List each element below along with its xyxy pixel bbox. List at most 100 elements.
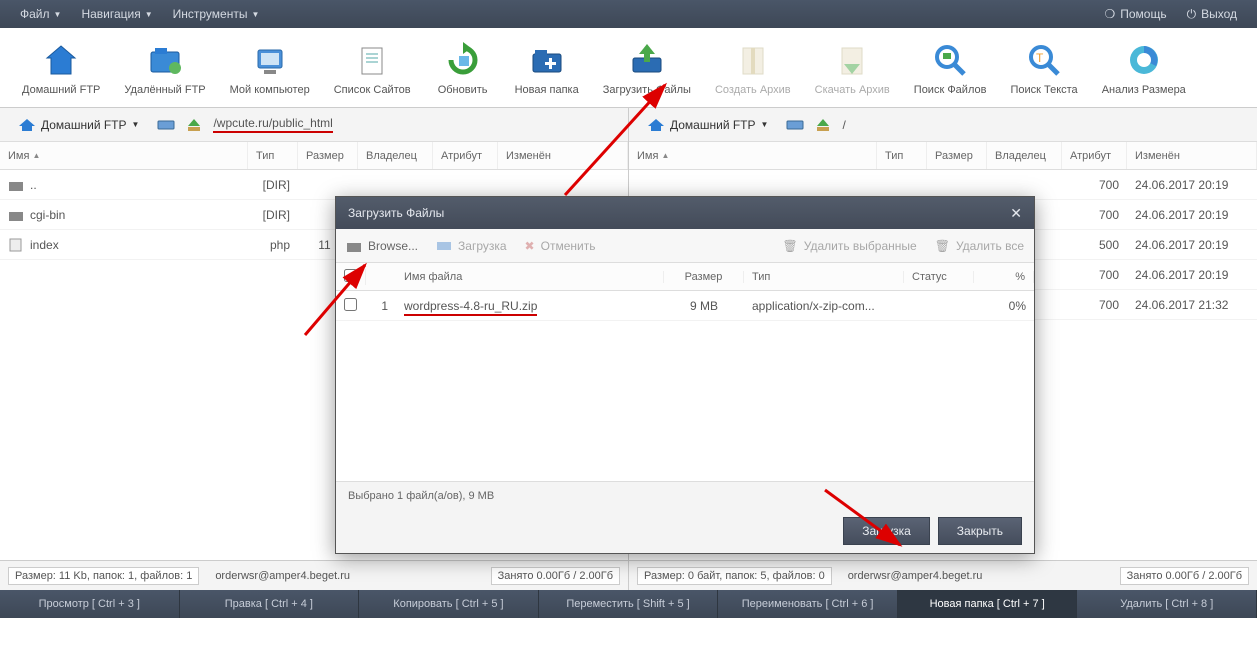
folder-icon bbox=[8, 208, 24, 222]
left-location-button[interactable]: Домашний FTP▼ bbox=[10, 115, 147, 135]
home-icon-small bbox=[647, 118, 665, 132]
left-user: orderwsr@amper4.beget.ru bbox=[209, 568, 356, 584]
toolbar-new-folder[interactable]: Новая папка bbox=[503, 36, 591, 100]
col-mod[interactable]: Изменён bbox=[1127, 142, 1257, 169]
toolbar-site-list[interactable]: Список Сайтов bbox=[322, 36, 423, 100]
drive-icon[interactable] bbox=[157, 118, 175, 132]
dialog-close-button[interactable]: Закрыть bbox=[938, 517, 1022, 545]
cancel-button[interactable]: ✖Отменить bbox=[525, 239, 596, 253]
toolbar-upload-files[interactable]: Загрузить Файлы bbox=[591, 36, 703, 100]
col-size[interactable]: Размер bbox=[927, 142, 987, 169]
refresh-icon bbox=[443, 40, 483, 80]
size-icon bbox=[1124, 40, 1164, 80]
row-checkbox[interactable] bbox=[344, 298, 357, 311]
menu-tools[interactable]: Инструменты▼ bbox=[163, 3, 270, 25]
tab-edit[interactable]: Правка [ Ctrl + 4 ] bbox=[180, 590, 360, 618]
right-user: orderwsr@amper4.beget.ru bbox=[842, 568, 989, 584]
col-size[interactable]: Размер bbox=[298, 142, 358, 169]
upload-dialog: Загрузить Файлы ✕ Browse... Загрузка ✖От… bbox=[335, 196, 1035, 554]
home-icon bbox=[41, 40, 81, 80]
right-space: Занято 0.00Гб / 2.00Гб bbox=[1120, 567, 1249, 585]
col-filename[interactable]: Имя файла bbox=[396, 271, 664, 283]
col-checkbox[interactable] bbox=[336, 269, 366, 285]
browse-button[interactable]: Browse... bbox=[346, 239, 418, 253]
searchfile-icon bbox=[930, 40, 970, 80]
toolbar-search-text[interactable]: TПоиск Текста bbox=[998, 36, 1089, 100]
left-summary: Размер: 11 Kb, папок: 1, файлов: 1 bbox=[8, 567, 199, 585]
delete-selected-button[interactable]: 🗑Удалить выбранные bbox=[783, 239, 917, 253]
trash-icon: 🗑 bbox=[935, 239, 950, 253]
archive-icon bbox=[733, 40, 773, 80]
select-all-checkbox[interactable] bbox=[344, 269, 357, 282]
dialog-headers: Имя файла Размер Тип Статус % bbox=[336, 263, 1034, 291]
cancel-icon: ✖ bbox=[525, 239, 535, 253]
toolbar-search-files[interactable]: Поиск Файлов bbox=[902, 36, 999, 100]
delete-all-button[interactable]: 🗑Удалить все bbox=[935, 239, 1024, 253]
dialog-titlebar: Загрузить Файлы ✕ bbox=[336, 197, 1034, 229]
right-headers: Имя▲ Тип Размер Владелец Атрибут Изменён bbox=[629, 142, 1257, 170]
folder-icon bbox=[346, 239, 362, 253]
computer-icon bbox=[250, 40, 290, 80]
menu-help[interactable]: ❍Помощь bbox=[1094, 3, 1176, 25]
drive-icon[interactable] bbox=[786, 118, 804, 132]
dialog-title-text: Загрузить Файлы bbox=[348, 206, 444, 220]
toolbar-remote-ftp[interactable]: Удалённый FTP bbox=[112, 36, 217, 100]
col-owner[interactable]: Владелец bbox=[358, 142, 433, 169]
dialog-status: Выбрано 1 файл(а/ов), 9 MB bbox=[336, 481, 1034, 509]
toolbar-size-analysis[interactable]: Анализ Размера bbox=[1090, 36, 1198, 100]
col-name[interactable]: Имя▲ bbox=[629, 142, 877, 169]
col-type[interactable]: Тип bbox=[877, 142, 927, 169]
upload-button[interactable]: Загрузка bbox=[436, 239, 507, 253]
exit-icon: ⏻ bbox=[1187, 7, 1197, 22]
folder-up-icon bbox=[8, 178, 24, 192]
toolbar: Домашний FTP Удалённый FTP Мой компьютер… bbox=[0, 28, 1257, 108]
dialog-toolbar: Browse... Загрузка ✖Отменить 🗑Удалить вы… bbox=[336, 229, 1034, 263]
home-icon-small bbox=[18, 118, 36, 132]
up-icon[interactable] bbox=[814, 118, 832, 132]
tab-view[interactable]: Просмотр [ Ctrl + 3 ] bbox=[0, 590, 180, 618]
left-space: Занято 0.00Гб / 2.00Гб bbox=[491, 567, 620, 585]
right-location-bar: Домашний FTP▼ / bbox=[629, 108, 1257, 142]
svg-text:T: T bbox=[1036, 51, 1044, 65]
dialog-footer: Загрузка Закрыть bbox=[336, 509, 1034, 553]
tab-move[interactable]: Переместить [ Shift + 5 ] bbox=[539, 590, 719, 618]
tab-rename[interactable]: Переименовать [ Ctrl + 6 ] bbox=[718, 590, 898, 618]
col-type[interactable]: Тип bbox=[248, 142, 298, 169]
toolbar-create-archive[interactable]: Создать Архив bbox=[703, 36, 803, 100]
col-filetype[interactable]: Тип bbox=[744, 271, 904, 283]
upload-filename: wordpress-4.8-ru_RU.zip bbox=[404, 299, 537, 316]
tab-newfolder[interactable]: Новая папка [ Ctrl + 7 ] bbox=[898, 590, 1078, 618]
toolbar-download-archive[interactable]: Скачать Архив bbox=[803, 36, 902, 100]
sort-asc-icon: ▲ bbox=[661, 151, 669, 160]
col-status[interactable]: Статус bbox=[904, 271, 974, 283]
toolbar-my-computer[interactable]: Мой компьютер bbox=[218, 36, 322, 100]
upload-icon bbox=[627, 40, 667, 80]
toolbar-home-ftp[interactable]: Домашний FTP bbox=[10, 36, 112, 100]
left-path[interactable]: /wpcute.ru/public_html bbox=[213, 116, 332, 133]
col-percent[interactable]: % bbox=[974, 271, 1034, 283]
menu-file[interactable]: Файл▼ bbox=[10, 3, 71, 25]
right-location-button[interactable]: Домашний FTP▼ bbox=[639, 115, 776, 135]
menu-navigation[interactable]: Навигация▼ bbox=[71, 3, 162, 25]
menu-exit[interactable]: ⏻Выход bbox=[1177, 3, 1247, 26]
right-path[interactable]: / bbox=[842, 118, 845, 132]
dialog-upload-button[interactable]: Загрузка bbox=[843, 517, 930, 545]
close-icon[interactable]: ✕ bbox=[1010, 205, 1022, 222]
tab-delete[interactable]: Удалить [ Ctrl + 8 ] bbox=[1077, 590, 1257, 618]
bottombar: Просмотр [ Ctrl + 3 ] Правка [ Ctrl + 4 … bbox=[0, 590, 1257, 618]
download-icon bbox=[832, 40, 872, 80]
upload-row[interactable]: 1 wordpress-4.8-ru_RU.zip 9 MB applicati… bbox=[336, 291, 1034, 321]
left-statusbar: Размер: 11 Kb, папок: 1, файлов: 1 order… bbox=[0, 560, 628, 590]
menubar: Файл▼ Навигация▼ Инструменты▼ ❍Помощь ⏻В… bbox=[0, 0, 1257, 28]
tab-copy[interactable]: Копировать [ Ctrl + 5 ] bbox=[359, 590, 539, 618]
up-icon[interactable] bbox=[185, 118, 203, 132]
col-owner[interactable]: Владелец bbox=[987, 142, 1062, 169]
left-headers: Имя▲ Тип Размер Владелец Атрибут Изменён bbox=[0, 142, 628, 170]
remote-icon bbox=[145, 40, 185, 80]
col-mod[interactable]: Изменён bbox=[498, 142, 628, 169]
col-filesize[interactable]: Размер bbox=[664, 271, 744, 283]
col-attr[interactable]: Атрибут bbox=[433, 142, 498, 169]
col-attr[interactable]: Атрибут bbox=[1062, 142, 1127, 169]
toolbar-refresh[interactable]: Обновить bbox=[423, 36, 503, 100]
col-name[interactable]: Имя▲ bbox=[0, 142, 248, 169]
